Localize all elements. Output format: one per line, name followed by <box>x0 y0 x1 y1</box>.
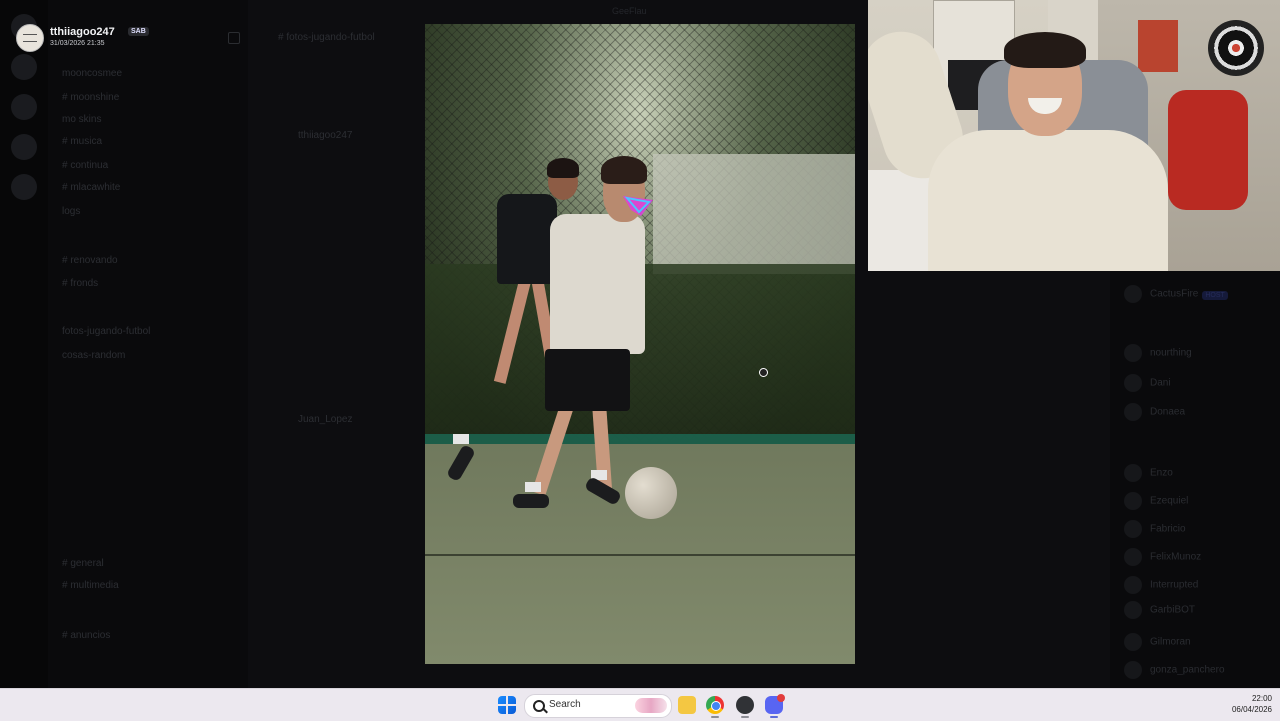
server-icon[interactable] <box>11 174 37 200</box>
clock-date: 06/04/2026 <box>1231 705 1272 714</box>
channel-item[interactable]: # musica <box>62 136 102 147</box>
channel-header: # fotos-jugando-futbol <box>278 32 375 43</box>
channel-item[interactable]: # fronds <box>62 278 98 289</box>
avatar <box>1124 403 1142 421</box>
player-back-torso <box>497 194 557 284</box>
avatar <box>1124 285 1142 303</box>
channel-item[interactable]: logs <box>62 206 80 217</box>
message-timestamp: 31/03/2026 21:35 <box>50 40 105 47</box>
player-back-hair <box>547 158 579 178</box>
sock <box>453 434 469 444</box>
shoe <box>513 494 549 508</box>
member-item[interactable]: Interrupted <box>1124 576 1198 594</box>
taskbar: Search <box>0 688 1280 721</box>
channel-item-active[interactable]: fotos-jugando-futbol <box>62 326 150 337</box>
channel-item[interactable]: # mlacawhite <box>62 182 120 193</box>
server-icon[interactable] <box>11 54 37 80</box>
server-icon[interactable] <box>11 94 37 120</box>
sock <box>525 482 541 492</box>
member-item[interactable]: gonza_panchero <box>1124 661 1225 679</box>
image-preview[interactable] <box>425 24 855 664</box>
file-explorer-icon[interactable] <box>678 696 696 714</box>
member-item[interactable]: FelixMunoz <box>1124 548 1201 566</box>
field-line <box>425 554 855 556</box>
window-title: GeeFlau <box>612 6 647 16</box>
streamer-hair <box>1004 32 1086 68</box>
member-item[interactable]: Dani <box>1124 374 1171 392</box>
system-clock[interactable]: 22:00 06/04/2026 <box>1232 693 1272 715</box>
member-item[interactable]: Ezequiel <box>1124 492 1188 510</box>
member-item[interactable]: GarbiBOT <box>1124 601 1195 619</box>
search-icon <box>533 700 545 712</box>
player-front-torso <box>550 214 645 354</box>
poster <box>1138 20 1178 72</box>
active-indicator <box>770 716 778 718</box>
player-front-shorts <box>545 349 630 411</box>
soccer-ball <box>625 467 677 519</box>
avatar <box>1124 661 1142 679</box>
chrome-icon[interactable] <box>706 696 724 714</box>
member-item[interactable]: Enzo <box>1124 464 1173 482</box>
search-highlight-icon <box>635 698 667 713</box>
neon-sticker-icon <box>623 196 653 216</box>
avatar <box>1124 520 1142 538</box>
guild-tag-badge: SAB <box>128 27 149 36</box>
role-badge: HOST <box>1202 290 1228 300</box>
channel-list: mooncosmee # moonshine mo skins # musica… <box>48 0 248 688</box>
message-author[interactable]: Juan_Lopez <box>298 414 353 425</box>
clock-time: 22:00 <box>1251 694 1272 703</box>
member-item[interactable]: Donaea <box>1124 403 1185 421</box>
notification-badge <box>777 694 785 702</box>
avatar <box>1124 576 1142 594</box>
channel-item[interactable]: # renovando <box>62 255 118 266</box>
channel-item[interactable]: # continua <box>62 160 108 171</box>
avatar <box>1124 633 1142 651</box>
avatar <box>1124 601 1142 619</box>
background-building <box>653 154 855 274</box>
member-item[interactable]: Fabricio <box>1124 520 1186 538</box>
running-indicator <box>741 716 749 718</box>
server-rail <box>0 0 48 688</box>
dartboard <box>1208 20 1264 76</box>
avatar <box>1124 374 1142 392</box>
channel-item[interactable]: # anuncios <box>62 630 110 641</box>
avatar <box>1124 344 1142 362</box>
channel-item[interactable]: mo skins <box>62 114 101 125</box>
hoodie <box>928 130 1168 271</box>
member-item[interactable]: CactusFire HOST <box>1124 285 1228 303</box>
channel-item[interactable]: # multimedia <box>62 580 119 591</box>
member-item[interactable]: nourthing <box>1124 344 1192 362</box>
player-front-hair <box>601 156 647 184</box>
avatar <box>1124 492 1142 510</box>
avatar <box>1124 464 1142 482</box>
running-indicator <box>711 716 719 718</box>
mouse-cursor-icon <box>759 368 768 377</box>
windows-start-icon[interactable] <box>498 696 516 714</box>
channel-item[interactable]: # moonshine <box>62 92 119 103</box>
webcam-overlay <box>868 0 1280 271</box>
taskbar-search[interactable]: Search <box>524 694 672 718</box>
avatar <box>1124 548 1142 566</box>
more-options-icon[interactable] <box>228 32 240 44</box>
server-icon[interactable] <box>11 134 37 160</box>
member-item[interactable]: Gilmoran <box>1124 633 1191 651</box>
search-label: Search <box>549 699 581 710</box>
channel-item[interactable]: # general <box>62 558 104 569</box>
obs-icon[interactable] <box>736 696 754 714</box>
message-author[interactable]: tthiiagoo247 <box>298 130 353 141</box>
username[interactable]: tthiiagoo247 <box>50 26 115 38</box>
channel-item[interactable]: cosas-random <box>62 350 125 361</box>
user-avatar[interactable] <box>16 24 44 52</box>
channel-item[interactable]: mooncosmee <box>62 68 122 79</box>
red-chair <box>1168 90 1248 210</box>
